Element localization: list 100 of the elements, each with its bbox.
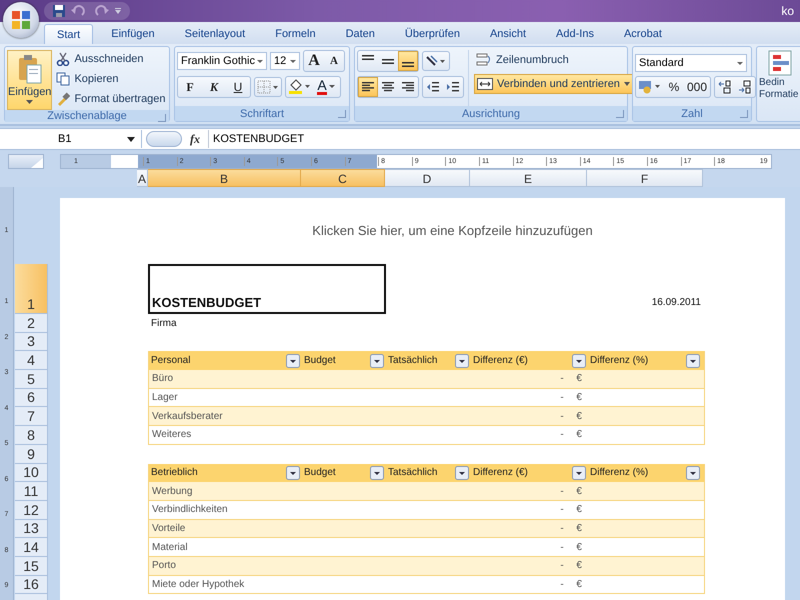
percent-button[interactable]: % xyxy=(664,77,684,97)
row-header[interactable]: 7 xyxy=(15,407,48,426)
window-title: ko xyxy=(781,4,794,18)
row-header[interactable]: 11 xyxy=(15,482,48,501)
table-cell: - € xyxy=(560,542,582,553)
column-heading: Budget xyxy=(304,355,336,366)
title-cell[interactable]: KOSTENBUDGET xyxy=(148,264,386,314)
format-painter-button[interactable]: Format übertragen xyxy=(56,90,166,107)
font-family-dropdown[interactable]: Franklin Gothic xyxy=(177,52,267,70)
table-cell: Miete oder Hypothek xyxy=(152,578,244,590)
filter-dropdown-icon[interactable] xyxy=(370,466,384,480)
row-header[interactable]: 1 xyxy=(15,264,48,314)
copy-icon xyxy=(56,72,70,86)
filter-dropdown-icon[interactable] xyxy=(286,466,300,480)
filter-dropdown-icon[interactable] xyxy=(686,354,700,368)
caret-icon xyxy=(328,85,337,89)
group-label: Schriftart xyxy=(240,108,284,120)
ribbon-tab[interactable]: Start xyxy=(44,24,94,44)
column-header[interactable]: F xyxy=(587,169,703,187)
row-header[interactable]: 15 xyxy=(15,556,48,576)
italic-button[interactable]: K xyxy=(202,77,226,97)
shrink-font-button[interactable]: A xyxy=(324,51,344,71)
row-header[interactable]: 16 xyxy=(15,576,48,594)
group-label: Zahl xyxy=(681,108,703,120)
underline-button[interactable]: U xyxy=(226,77,250,97)
column-heading: Differenz (%) xyxy=(590,467,648,478)
wrap-text-icon xyxy=(476,53,492,67)
formula-bar-handle[interactable] xyxy=(146,131,182,147)
insert-function-button[interactable]: fx xyxy=(182,132,208,146)
ribbon-tab[interactable]: Acrobat xyxy=(612,24,674,44)
paste-button[interactable]: Einfügen xyxy=(7,50,52,110)
table-cell: - € xyxy=(560,392,582,404)
grow-font-button[interactable]: A xyxy=(304,51,324,71)
table-cell: Material xyxy=(152,542,188,553)
merge-cells-icon xyxy=(477,78,493,90)
group-label: Ausrichtung xyxy=(462,108,520,120)
triangle-icon xyxy=(31,158,43,168)
table-cell: Werbung xyxy=(152,486,192,497)
group-label: Zwischenablage xyxy=(47,110,127,122)
copy-button[interactable]: Kopieren xyxy=(56,70,166,87)
align-left-button[interactable] xyxy=(358,77,378,97)
orientation-button[interactable] xyxy=(422,51,450,71)
column-heading: Betrieblich xyxy=(151,467,198,478)
ribbon-tab[interactable]: Seitenlayout xyxy=(172,24,258,44)
bold-button[interactable]: F xyxy=(178,77,202,97)
row-header[interactable]: 14 xyxy=(15,538,48,557)
filter-dropdown-icon[interactable] xyxy=(370,354,384,368)
filter-dropdown-icon[interactable] xyxy=(686,466,700,480)
filter-dropdown-icon[interactable] xyxy=(455,466,469,480)
wrap-text-button[interactable]: Zeilenumbruch xyxy=(474,50,633,70)
align-lines-icon xyxy=(402,62,414,67)
ribbon-tab[interactable]: Formeln xyxy=(263,24,328,44)
filter-dropdown-icon[interactable] xyxy=(455,354,469,368)
column-header[interactable]: A xyxy=(137,169,148,187)
font-size-dropdown[interactable]: 12 xyxy=(270,52,300,70)
align-lines-icon xyxy=(381,81,395,93)
row-header[interactable]: 2 xyxy=(15,314,48,333)
row-header[interactable]: 6 xyxy=(15,388,48,408)
column-heading: Differenz (€) xyxy=(473,355,528,366)
formula-field[interactable]: KOSTENBUDGET xyxy=(208,130,800,148)
table-cell: Lager xyxy=(152,392,178,404)
decrease-decimal-icon xyxy=(738,80,752,94)
row-header[interactable]: 10 xyxy=(15,464,48,482)
filter-dropdown-icon[interactable] xyxy=(286,354,300,368)
header-placeholder[interactable]: Klicken Sie hier, um eine Kopfzeile hinzuzufügen xyxy=(60,198,785,264)
number-format-dropdown[interactable]: Standard xyxy=(635,54,747,72)
indent-icon xyxy=(426,81,440,93)
caret-icon xyxy=(26,100,34,104)
customize-caret-icon[interactable] xyxy=(114,7,122,15)
row-header[interactable]: 4 xyxy=(15,351,48,370)
align-bottom-button[interactable] xyxy=(398,51,418,71)
filter-dropdown-icon[interactable] xyxy=(572,466,586,480)
merge-center-button[interactable]: Verbinden und zentrieren xyxy=(474,74,633,94)
column-header[interactable]: E xyxy=(470,169,587,187)
ribbon-tab[interactable]: Daten xyxy=(334,24,387,44)
table-cell: Weiteres xyxy=(152,429,192,440)
row-header[interactable]: 5 xyxy=(15,370,48,389)
ribbon-tab[interactable]: Ansicht xyxy=(478,24,538,44)
row-header[interactable]: 8 xyxy=(15,426,48,445)
indent-icon xyxy=(446,81,460,93)
office-button[interactable] xyxy=(3,2,39,38)
clipboard-icon xyxy=(16,54,43,84)
column-header[interactable]: D xyxy=(385,169,470,187)
row-header[interactable]: 9 xyxy=(15,444,48,464)
table-cell: Verkaufsberater xyxy=(152,410,223,422)
company-text: Firma xyxy=(150,318,177,329)
ribbon-tab[interactable]: Überprüfen xyxy=(392,24,472,44)
save-icon[interactable] xyxy=(52,4,66,18)
row-header[interactable]: 3 xyxy=(15,332,48,352)
column-header[interactable]: C xyxy=(301,169,385,187)
ribbon-tab[interactable]: Add-Ins xyxy=(544,24,606,44)
brush-icon xyxy=(56,92,70,106)
filter-dropdown-icon[interactable] xyxy=(572,354,586,368)
ribbon-tab[interactable]: Einfügen xyxy=(99,24,167,44)
thousands-separator-button[interactable]: 000 xyxy=(684,77,710,97)
name-box[interactable]: B1 xyxy=(0,130,142,148)
row-header[interactable]: 12 xyxy=(15,500,48,520)
cut-button[interactable]: Ausschneiden xyxy=(56,50,166,67)
column-header[interactable]: B xyxy=(148,169,301,187)
row-header[interactable]: 13 xyxy=(15,520,48,538)
